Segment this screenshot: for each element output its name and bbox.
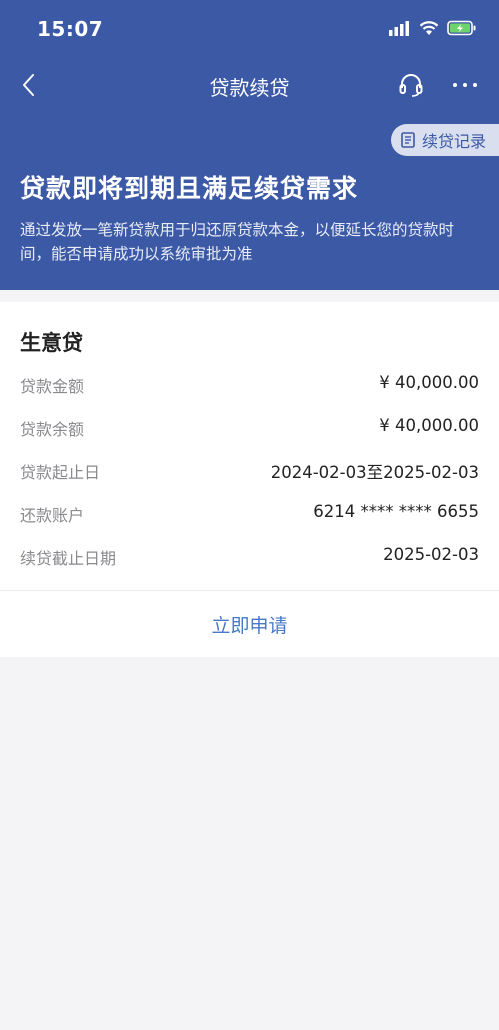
row-label: 还款账户 [20,506,85,525]
row-value: ¥ 40,000.00 [379,416,479,435]
battery-icon [447,20,476,36]
row-value: 6214 **** **** 6655 [313,502,479,521]
header-banner: 15:07 贷款续贷 续贷记录 贷款即将到期且满足续贷需求 通过发放一笔新贷款用… [0,0,499,290]
row-label: 贷款金额 [20,377,85,396]
more-icon [453,83,477,87]
repayment-account-row: 还款账户 6214 **** **** 6655 [20,502,479,526]
loan-period-row: 贷款起止日 2024-02-03至2025-02-03 [20,459,479,483]
banner-headline: 贷款即将到期且满足续贷需求 [20,174,359,203]
status-bar: 15:07 [0,0,499,60]
loan-amount-row: 贷款金额 ¥ 40,000.00 [20,373,479,397]
nav-bar: 贷款续贷 [0,62,499,108]
signal-icon [389,21,409,36]
renewal-record-label: 续贷记录 [422,132,487,151]
customer-service-button[interactable] [397,71,425,99]
row-value: 2025-02-03 [383,545,479,564]
more-button[interactable] [448,71,482,99]
row-value: 2024-02-03至2025-02-03 [270,463,479,482]
row-label: 贷款余额 [20,420,85,439]
status-icons [389,20,477,36]
row-label: 贷款起止日 [20,463,101,482]
loan-balance-row: 贷款余额 ¥ 40,000.00 [20,416,479,440]
apply-now-button[interactable]: 立即申请 [0,591,499,657]
loan-card: 生意贷 贷款金额 ¥ 40,000.00 贷款余额 ¥ 40,000.00 贷款… [0,302,499,657]
record-icon [401,132,415,148]
row-value: ¥ 40,000.00 [379,373,479,392]
row-label: 续贷截止日期 [20,549,117,568]
headset-icon [399,74,423,97]
banner-description: 通过发放一笔新贷款用于归还原贷款本金，以便延长您的贷款时间，能否申请成功以系统审… [20,221,455,263]
status-time: 15:07 [37,17,104,41]
renewal-record-button[interactable]: 续贷记录 [391,124,499,156]
loan-product-title: 生意贷 [20,331,83,355]
wifi-icon [419,21,439,35]
renewal-deadline-row: 续贷截止日期 2025-02-03 [20,545,479,569]
